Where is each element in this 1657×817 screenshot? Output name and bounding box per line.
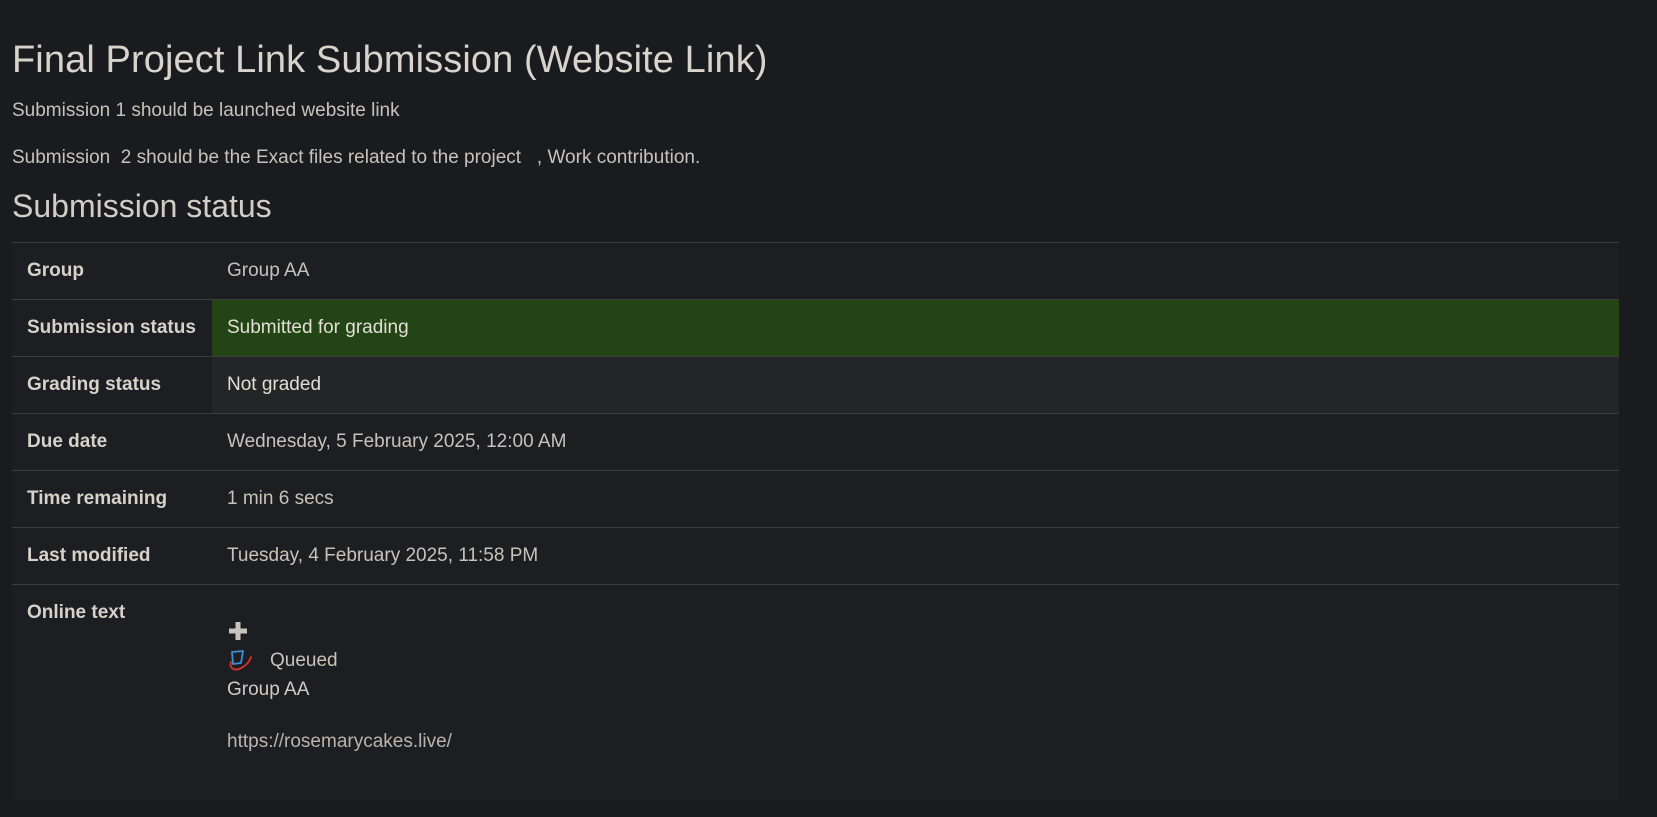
page-title: Final Project Link Submission (Website L… — [12, 39, 768, 81]
row-label-online-text: Online text — [12, 584, 212, 800]
row-last-modified: Last modified Tuesday, 4 February 2025, … — [12, 527, 1619, 585]
plagiarism-status-text: Queued — [270, 650, 338, 671]
assignment-page: Final Project Link Submission (Website L… — [0, 0, 1645, 817]
row-grading-status: Grading status Not graded — [12, 356, 1619, 414]
row-value-grading-status: Not graded — [212, 356, 1619, 414]
row-submission-status: Submission status Submitted for grading — [12, 299, 1619, 357]
row-label-time-remaining: Time remaining — [12, 470, 212, 528]
intro-line-1: Submission 1 should be launched website … — [12, 100, 400, 121]
plagiarism-status: Queued — [227, 649, 1604, 673]
row-due-date: Due date Wednesday, 5 February 2025, 12:… — [12, 413, 1619, 471]
row-label-last-modified: Last modified — [12, 527, 212, 585]
row-value-online-text: Queued Group AA https://rosemarycakes.li… — [212, 584, 1619, 800]
row-value-group: Group AA — [212, 242, 1619, 300]
row-label-submission-status: Submission status — [12, 299, 212, 357]
submission-status-table: Group Group AA Submission status Submitt… — [12, 242, 1619, 800]
online-text-link[interactable]: https://rosemarycakes.live/ — [227, 730, 1604, 754]
document-check-icon — [229, 650, 252, 671]
row-group: Group Group AA — [12, 242, 1619, 300]
row-value-time-remaining: 1 min 6 secs — [212, 470, 1619, 528]
online-text-group: Group AA — [227, 679, 310, 700]
row-value-due-date: Wednesday, 5 February 2025, 12:00 AM — [212, 413, 1619, 471]
row-label-due-date: Due date — [12, 413, 212, 471]
row-value-submission-status: Submitted for grading — [212, 299, 1619, 357]
row-online-text: Online text Queued Group AA https://rose… — [12, 584, 1619, 800]
intro-line-2: Submission 2 should be the Exact files r… — [12, 147, 701, 168]
submission-status-heading: Submission status — [12, 188, 272, 224]
row-label-group: Group — [12, 242, 212, 300]
row-time-remaining: Time remaining 1 min 6 secs — [12, 470, 1619, 528]
row-value-last-modified: Tuesday, 4 February 2025, 11:58 PM — [212, 527, 1619, 585]
plus-icon[interactable] — [228, 621, 248, 641]
row-label-grading-status: Grading status — [12, 356, 212, 414]
assignment-intro: Submission 1 should be launched website … — [12, 99, 1645, 170]
